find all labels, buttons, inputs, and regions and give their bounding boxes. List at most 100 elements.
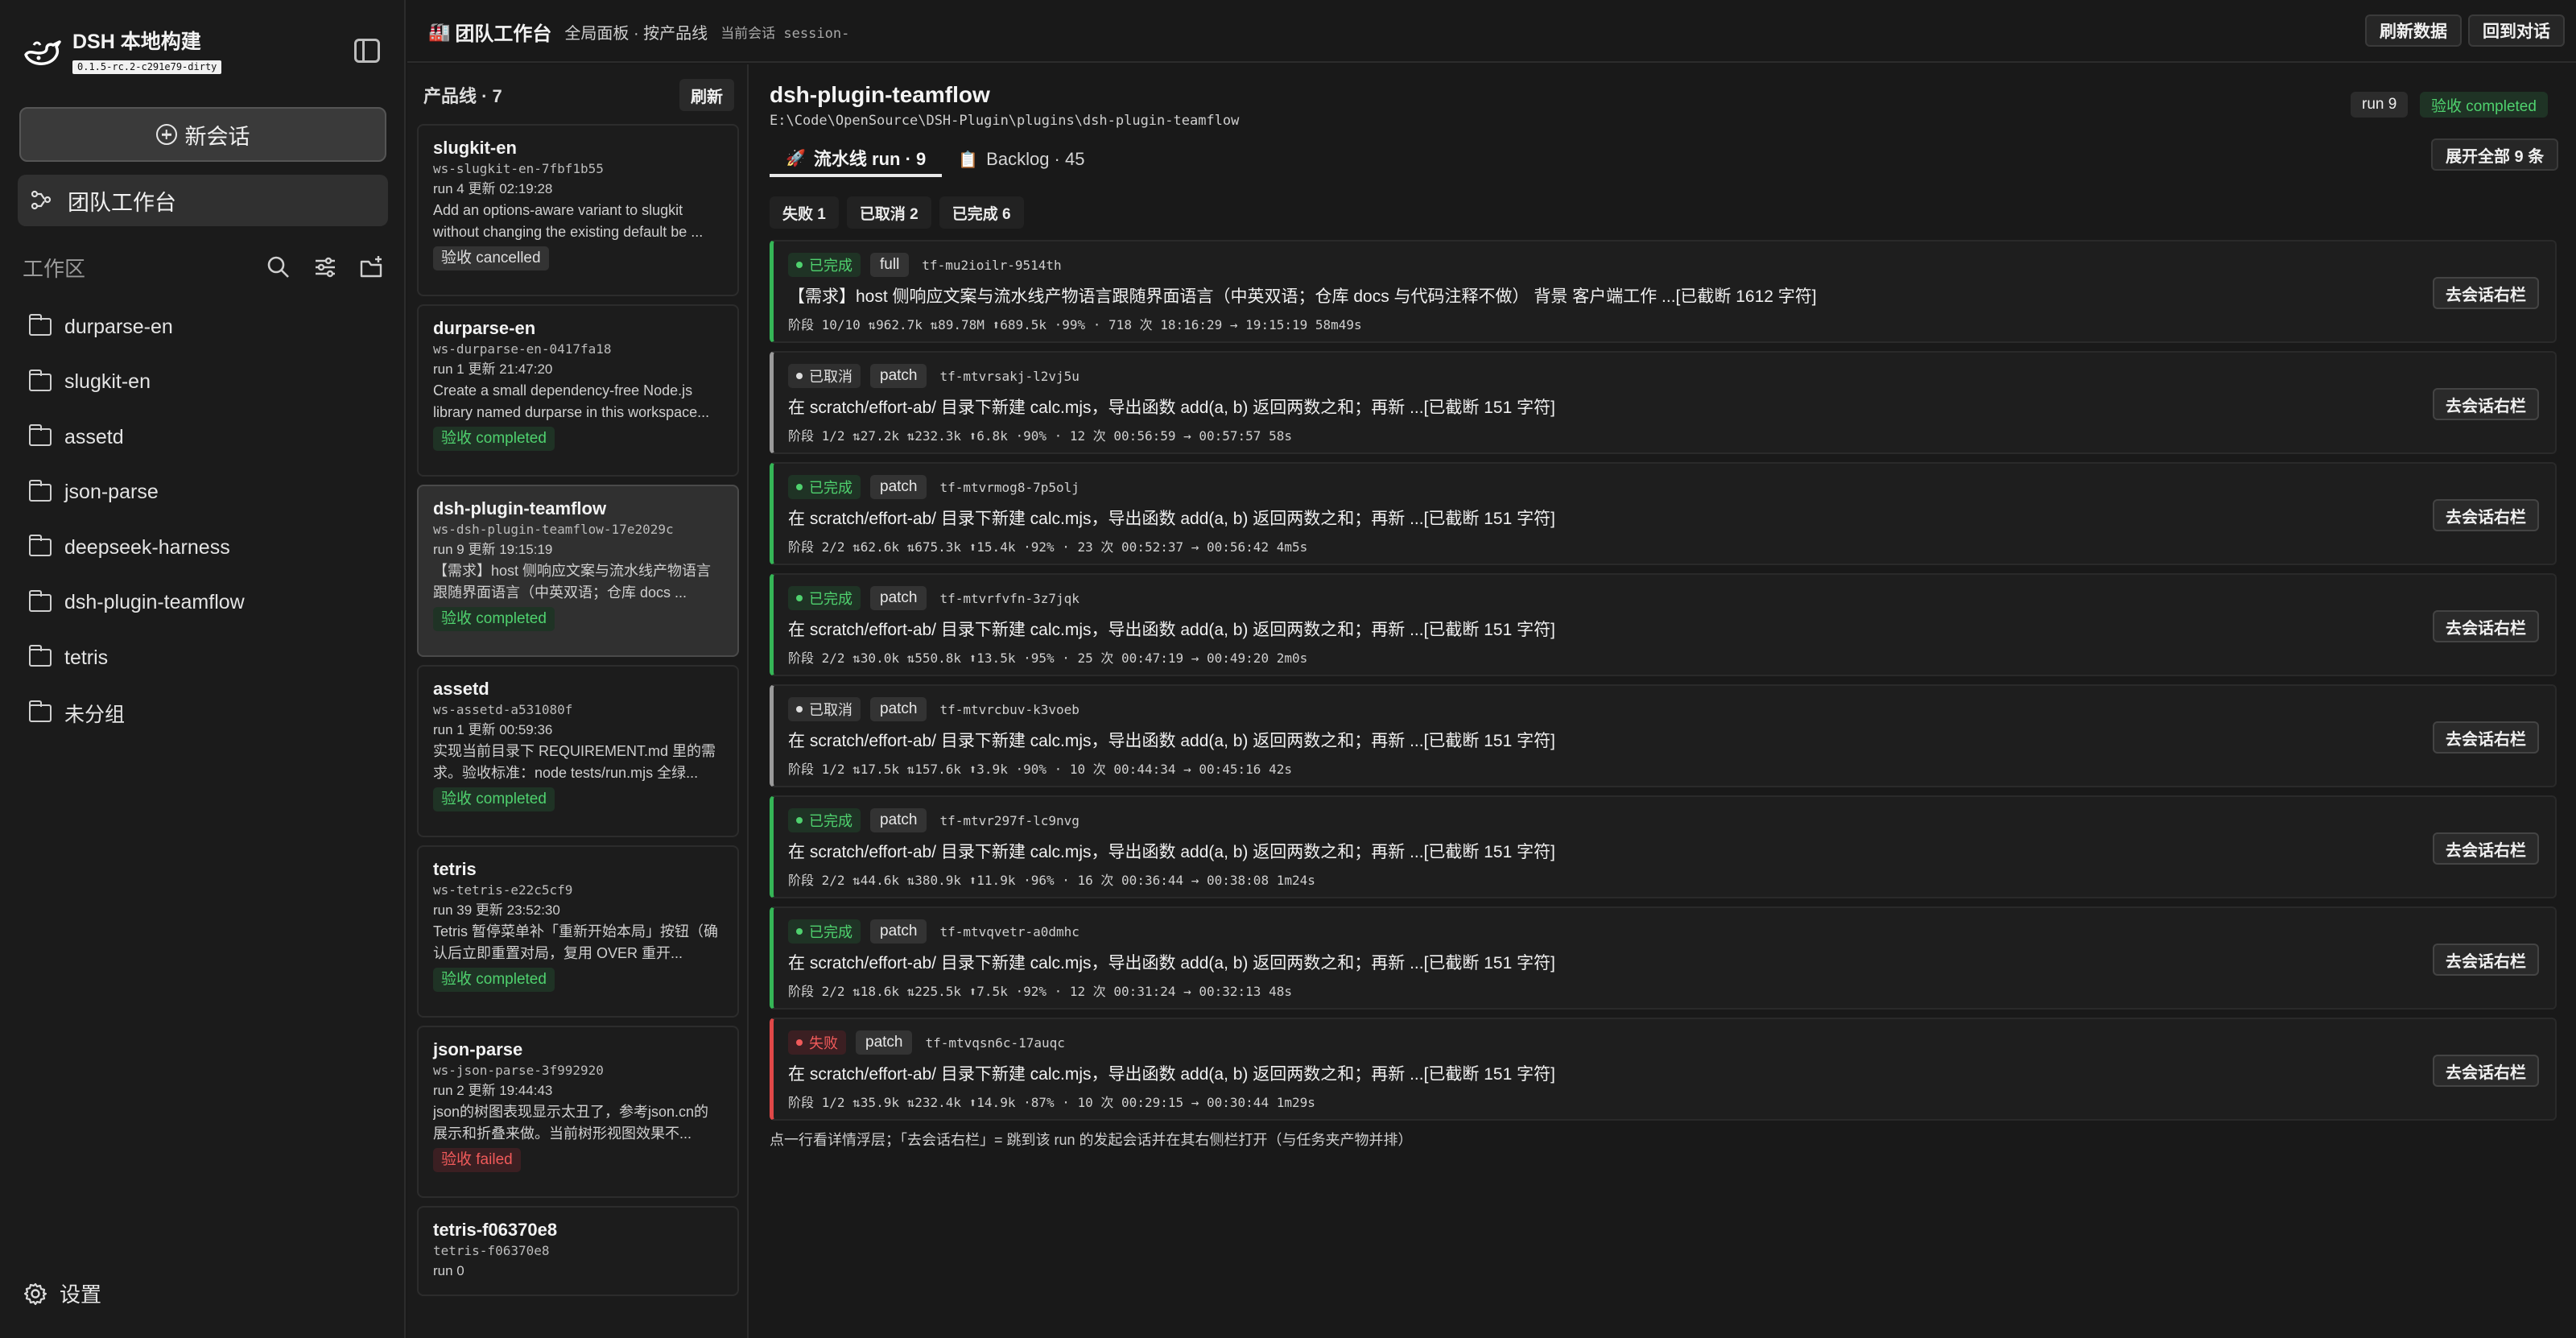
sidebar-item-team-workbench[interactable]: 团队工作台	[18, 175, 388, 226]
new-folder-icon[interactable]	[359, 254, 385, 280]
run-row[interactable]: 失败 patch tf-mtvqsn6c-17auqc 在 scratch/ef…	[770, 1018, 2557, 1121]
run-row[interactable]: 已完成 patch tf-mtvr297f-lc9nvg 在 scratch/e…	[770, 795, 2557, 898]
product-workspace-id: ws-dsh-plugin-teamflow-17e2029c	[433, 522, 674, 537]
product-description: json的树图表现显示太丑了，参考json.cn的展示和折叠来做。当前树形视图效…	[433, 1104, 709, 1142]
goto-session-button[interactable]: 去会话右栏	[2433, 277, 2539, 309]
whale-logo-icon	[24, 40, 61, 65]
filter-sliders-icon[interactable]	[312, 254, 338, 280]
search-icon[interactable]	[266, 254, 291, 280]
expand-all-button[interactable]: 展开全部 9 条	[2431, 138, 2559, 171]
product-workspace-id: ws-assetd-a531080f	[433, 702, 573, 717]
run-row[interactable]: 已完成 patch tf-mtvrmog8-7p5olj 在 scratch/e…	[770, 462, 2557, 565]
brand[interactable]: DSH 本地构建 0.1.5-rc.2-c291e79-dirty	[23, 31, 222, 74]
workspace-list: durparse-en slugkit-en assetd json-parse…	[28, 299, 383, 741]
product-line-title: 产品线 · 7	[423, 86, 502, 106]
run-count-badge: run 9	[2351, 92, 2409, 118]
goto-session-button[interactable]: 去会话右栏	[2433, 499, 2539, 531]
product-card[interactable]: json-parse ws-json-parse-3f992920 run 2 …	[417, 1026, 739, 1198]
acceptance-status-badge: 验收 completed	[2420, 92, 2548, 118]
filter-completed[interactable]: 已完成 6	[939, 196, 1024, 229]
team-workbench-label: 团队工作台	[68, 190, 176, 215]
run-status-tag: 已完成	[788, 808, 861, 832]
run-description: 在 scratch/effort-ab/ 目录下新建 calc.mjs，导出函数…	[788, 843, 1555, 861]
settings-button[interactable]: 设置	[24, 1278, 101, 1308]
goto-session-button[interactable]: 去会话右栏	[2433, 610, 2539, 642]
run-row[interactable]: 已完成 full tf-mu2ioilr-9514th 【需求】host 侧响应…	[770, 240, 2557, 343]
sidebar-toggle-icon[interactable]	[354, 39, 380, 63]
run-stats: 阶段 1/2 ⇅17.5k ⇅157.6k ⬆3.9k ·90% · 10 次 …	[788, 762, 1292, 777]
product-line-list: slugkit-en ws-slugkit-en-7fbf1b55 run 4 …	[417, 124, 739, 1304]
filter-failed[interactable]: 失败 1	[770, 196, 839, 229]
page-subtitle: 全局面板 · 按产品线	[564, 25, 708, 43]
run-row[interactable]: 已完成 patch tf-mtvqvetr-a0dmhc 在 scratch/e…	[770, 906, 2557, 1010]
new-chat-button[interactable]: 新会话	[19, 107, 386, 162]
status-badge: 验收 completed	[433, 607, 555, 631]
run-stats: 阶段 2/2 ⇅30.0k ⇅550.8k ⬆13.5k ·95% · 25 次…	[788, 650, 1308, 666]
factory-icon: 🏭	[428, 21, 451, 42]
product-description: 实现当前目录下 REQUIREMENT.md 里的需求。验收标准：node te…	[433, 743, 716, 781]
filter-cancelled[interactable]: 已取消 2	[846, 196, 931, 229]
product-name: dsh-plugin-teamflow	[433, 498, 607, 518]
run-id: tf-mtvqsn6c-17auqc	[925, 1034, 1065, 1051]
run-row[interactable]: 已完成 patch tf-mtvrfvfn-3z7jqk 在 scratch/e…	[770, 573, 2557, 676]
run-stats: 阶段 2/2 ⇅62.6k ⇅675.3k ⬆15.4k ·92% · 23 次…	[788, 539, 1308, 555]
run-description: 在 scratch/effort-ab/ 目录下新建 calc.mjs，导出函数…	[788, 1065, 1555, 1084]
status-badge: 验收 failed	[433, 1148, 521, 1172]
workspace-item[interactable]: durparse-en	[28, 299, 383, 355]
run-description: 【需求】host 侧响应文案与流水线产物语言跟随界面语言（中英双语；仓库 doc…	[788, 287, 1817, 306]
folder-icon	[28, 645, 52, 667]
goto-session-button[interactable]: 去会话右栏	[2433, 388, 2539, 420]
product-workspace-id: ws-json-parse-3f992920	[433, 1063, 604, 1078]
product-card[interactable]: tetris ws-tetris-e22c5cf9 run 39 更新 23:5…	[417, 845, 739, 1018]
run-row[interactable]: 已取消 patch tf-mtvrcbuv-k3voeb 在 scratch/e…	[770, 684, 2557, 787]
workspace-item[interactable]: assetd	[28, 410, 383, 465]
run-stats: 阶段 10/10 ⇅962.7k ⇅89.78M ⬆689.5k ·99% · …	[788, 317, 1362, 332]
run-id: tf-mtvrmog8-7p5olj	[939, 479, 1080, 495]
product-card[interactable]: assetd ws-assetd-a531080f run 1 更新 00:59…	[417, 665, 739, 837]
page-title: 团队工作台	[455, 23, 552, 45]
product-card[interactable]: slugkit-en ws-slugkit-en-7fbf1b55 run 4 …	[417, 124, 739, 296]
product-refresh-button[interactable]: 刷新	[679, 79, 734, 111]
back-to-chat-button[interactable]: 回到对话	[2468, 14, 2565, 47]
goto-session-button[interactable]: 去会话右栏	[2433, 832, 2539, 865]
status-badge: 验收 completed	[433, 787, 555, 811]
product-card[interactable]: durparse-en ws-durparse-en-0417fa18 run …	[417, 304, 739, 477]
product-meta: run 0	[433, 1263, 464, 1278]
run-id: tf-mtvrfvfn-3z7jqk	[939, 590, 1080, 606]
product-workspace-id: ws-durparse-en-0417fa18	[433, 341, 612, 357]
run-row[interactable]: 已取消 patch tf-mtvrsakj-l2vj5u 在 scratch/e…	[770, 351, 2557, 454]
workspace-item[interactable]: slugkit-en	[28, 355, 383, 411]
run-type-tag: patch	[870, 475, 927, 499]
refresh-data-button[interactable]: 刷新数据	[2365, 14, 2462, 47]
product-description: Tetris 暂停菜单补「重新开始本局」按钮（确认后立即重置对局，复用 OVER…	[433, 923, 719, 961]
product-meta: run 4 更新 02:19:28	[433, 181, 553, 196]
run-status-tag: 已取消	[788, 364, 861, 388]
workspace-item[interactable]: dsh-plugin-teamflow	[28, 576, 383, 631]
product-title: dsh-plugin-teamflow	[770, 82, 990, 107]
main-panel: dsh-plugin-teamflow E:\Code\OpenSource\D…	[750, 64, 2576, 1338]
goto-session-button[interactable]: 去会话右栏	[2433, 944, 2539, 976]
product-card[interactable]: tetris-f06370e8 tetris-f06370e8 run 0	[417, 1206, 739, 1296]
workspace-item[interactable]: deepseek-harness	[28, 520, 383, 576]
version-badge: 0.1.5-rc.2-c291e79-dirty	[72, 60, 222, 74]
run-description: 在 scratch/effort-ab/ 目录下新建 calc.mjs，导出函数…	[788, 954, 1555, 973]
goto-session-button[interactable]: 去会话右栏	[2433, 721, 2539, 754]
run-status-tag: 已取消	[788, 697, 861, 721]
workspace-item[interactable]: json-parse	[28, 465, 383, 521]
folder-icon	[28, 369, 52, 391]
tab-backlog[interactable]: 📋 Backlog · 45	[942, 142, 1100, 177]
run-status-tag: 已完成	[788, 919, 861, 944]
workspace-item[interactable]: tetris	[28, 630, 383, 686]
tab-pipeline[interactable]: 🚀 流水线 run · 9	[770, 142, 943, 177]
product-name: tetris	[433, 859, 477, 879]
rocket-icon: 🚀	[786, 149, 806, 167]
workspace-item[interactable]: 未分组	[28, 686, 383, 741]
run-stats: 阶段 1/2 ⇅27.2k ⇅232.3k ⬆6.8k ·90% · 12 次 …	[788, 428, 1292, 444]
run-list: 已完成 full tf-mu2ioilr-9514th 【需求】host 侧响应…	[770, 240, 2557, 1129]
goto-session-button[interactable]: 去会话右栏	[2433, 1055, 2539, 1087]
run-description: 在 scratch/effort-ab/ 目录下新建 calc.mjs，导出函数…	[788, 621, 1555, 639]
run-status-tag: 已完成	[788, 586, 861, 610]
run-description: 在 scratch/effort-ab/ 目录下新建 calc.mjs，导出函数…	[788, 510, 1555, 528]
product-card-selected[interactable]: dsh-plugin-teamflow ws-dsh-plugin-teamfl…	[417, 485, 739, 657]
status-badge: 验收 completed	[433, 427, 555, 451]
